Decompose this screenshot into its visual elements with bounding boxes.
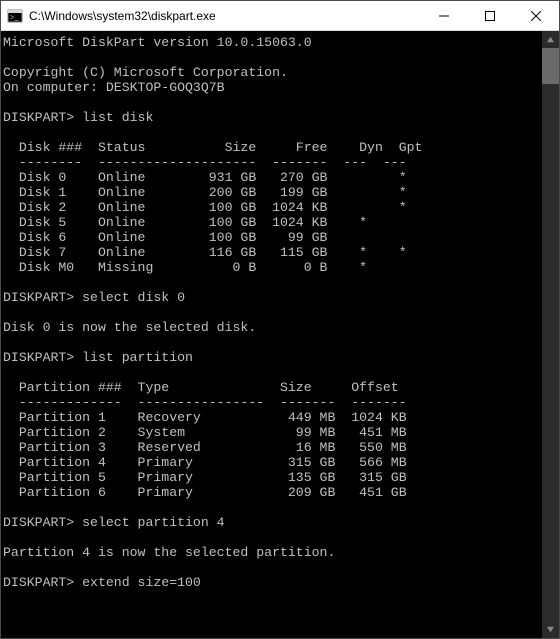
titlebar[interactable]: >_ C:\Windows\system32\diskpart.exe — [1, 1, 559, 31]
console-area: Microsoft DiskPart version 10.0.15063.0 … — [1, 31, 559, 638]
window-title: C:\Windows\system32\diskpart.exe — [29, 9, 216, 23]
close-button[interactable] — [513, 1, 559, 30]
window-controls — [421, 1, 559, 30]
svg-text:>_: >_ — [10, 13, 20, 22]
diskpart-window: >_ C:\Windows\system32\diskpart.exe Micr… — [0, 0, 560, 639]
scroll-thumb[interactable] — [542, 48, 559, 84]
titlebar-left: >_ C:\Windows\system32\diskpart.exe — [1, 8, 216, 24]
vertical-scrollbar[interactable] — [542, 31, 559, 638]
scroll-down-arrow-icon[interactable] — [542, 621, 559, 638]
minimize-button[interactable] — [421, 1, 467, 30]
maximize-button[interactable] — [467, 1, 513, 30]
app-icon: >_ — [7, 8, 23, 24]
console-output[interactable]: Microsoft DiskPart version 10.0.15063.0 … — [1, 31, 542, 638]
scroll-up-arrow-icon[interactable] — [542, 31, 559, 48]
